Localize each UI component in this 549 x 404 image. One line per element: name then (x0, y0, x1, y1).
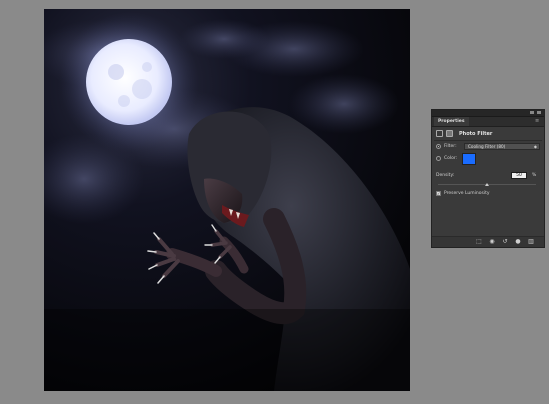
document-canvas[interactable] (44, 9, 410, 391)
panel-menu-icon[interactable]: ≡ (535, 119, 541, 124)
color-swatch[interactable] (462, 153, 476, 165)
color-radio-icon[interactable] (436, 156, 441, 161)
properties-panel: Properties ≡ Photo Filter Filter: Coolin… (431, 109, 545, 248)
density-row: Density: 50 % (436, 172, 542, 180)
density-label: Density: (436, 173, 455, 178)
density-unit: % (532, 173, 537, 178)
chevron-down-icon: ◆ (533, 144, 537, 149)
adjustment-header: Photo Filter (436, 129, 542, 139)
tab-properties[interactable]: Properties (434, 117, 469, 126)
density-input[interactable]: 50 (511, 172, 527, 179)
preserve-luminosity-checkbox[interactable]: ✓ (436, 191, 441, 196)
panel-tab-bar: Properties ≡ (432, 117, 544, 127)
reset-icon[interactable]: ↺ (502, 239, 508, 245)
preserve-luminosity-label: Preserve Luminosity (444, 191, 490, 196)
filter-dropdown[interactable]: Cooling Filter (80) ◆ (464, 143, 540, 150)
visibility-eye-icon[interactable]: ● (515, 239, 521, 245)
divider (434, 140, 542, 141)
view-previous-state-icon[interactable]: ◉ (489, 239, 495, 245)
preserve-luminosity-row: ✓ Preserve Luminosity (436, 190, 542, 198)
filter-dropdown-value: Cooling Filter (80) (468, 144, 506, 149)
color-label: Color: (444, 156, 458, 161)
filter-radio-icon[interactable] (436, 144, 441, 149)
adjustment-layer-icon (436, 130, 443, 137)
color-row: Color: (436, 153, 542, 165)
panel-title-bar[interactable] (432, 110, 544, 117)
collapse-icon[interactable] (530, 111, 534, 114)
filter-row: Filter: Cooling Filter (80) ◆ (436, 143, 542, 151)
layer-mask-icon[interactable] (446, 130, 453, 137)
density-slider[interactable] (438, 182, 536, 186)
trash-icon[interactable]: ▥ (528, 239, 534, 245)
panel-footer: ⬚ ◉ ↺ ● ▥ (432, 236, 544, 247)
close-icon[interactable] (537, 111, 541, 114)
adjustment-title: Photo Filter (459, 131, 493, 137)
filter-label: Filter: (444, 144, 457, 149)
density-slider-thumb[interactable] (485, 183, 489, 186)
clip-to-layer-icon[interactable]: ⬚ (476, 239, 482, 245)
werewolf-artwork (44, 9, 410, 391)
